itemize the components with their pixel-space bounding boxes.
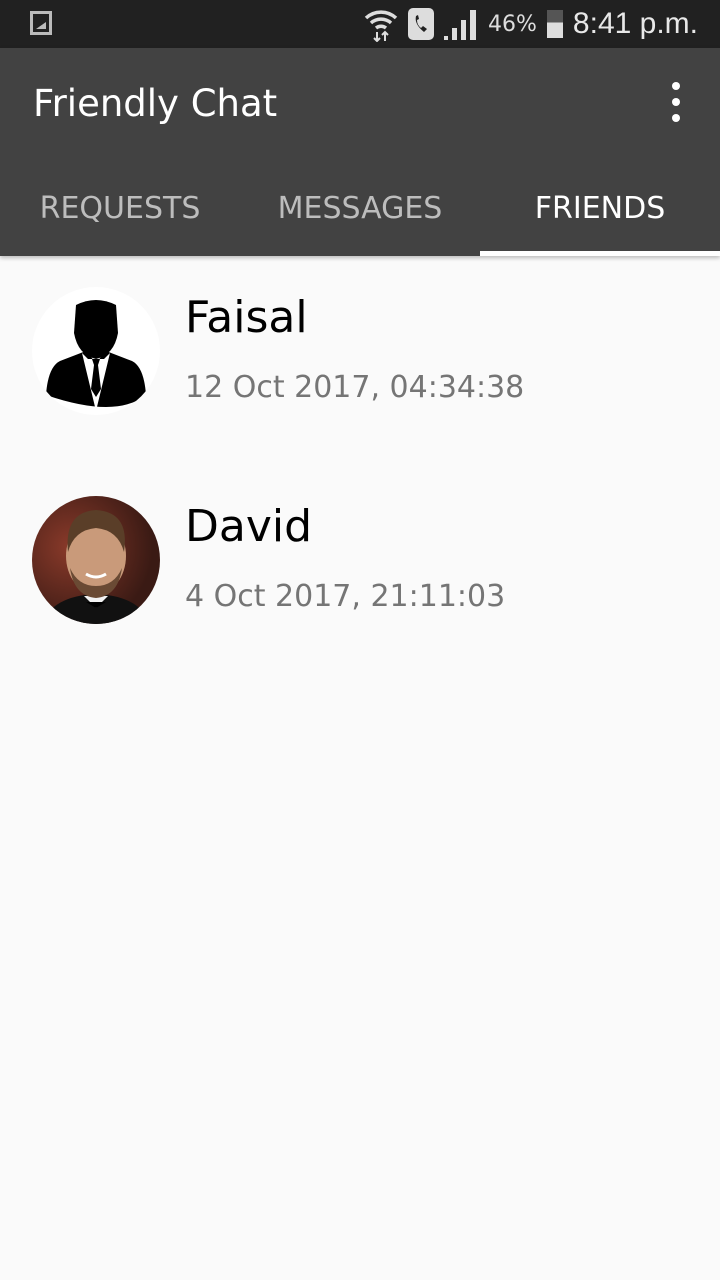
person-silhouette-icon [46, 300, 146, 411]
avatar [32, 287, 160, 415]
tab-messages[interactable]: MESSAGES [240, 160, 480, 256]
more-vert-icon[interactable] [662, 82, 690, 122]
tab-bar: REQUESTS MESSAGES FRIENDS [0, 160, 720, 256]
signal-icon [444, 10, 477, 40]
battery-percent: 46% [488, 11, 537, 37]
call-icon [408, 8, 435, 40]
friend-name: David [185, 501, 313, 552]
friend-name: Faisal [185, 292, 308, 343]
gallery-icon [30, 11, 52, 35]
friend-list-item[interactable]: David 4 Oct 2017, 21:11:03 [0, 479, 720, 629]
app-bar: Friendly Chat REQUESTS MESSAGES FRIENDS [0, 48, 720, 256]
app-title: Friendly Chat [33, 82, 278, 125]
avatar [32, 496, 160, 624]
friend-timestamp: 12 Oct 2017, 04:34:38 [185, 370, 525, 405]
status-bar: 46% 8:41 p.m. [0, 0, 720, 48]
friend-list-item[interactable]: Faisal 12 Oct 2017, 04:34:38 [0, 270, 720, 420]
tab-friends[interactable]: FRIENDS [480, 160, 720, 256]
clock: 8:41 p.m. [572, 7, 698, 40]
tab-requests[interactable]: REQUESTS [0, 160, 240, 256]
person-photo [42, 510, 150, 624]
battery-icon [546, 10, 563, 38]
wifi-icon [364, 10, 398, 42]
friend-timestamp: 4 Oct 2017, 21:11:03 [185, 579, 506, 614]
